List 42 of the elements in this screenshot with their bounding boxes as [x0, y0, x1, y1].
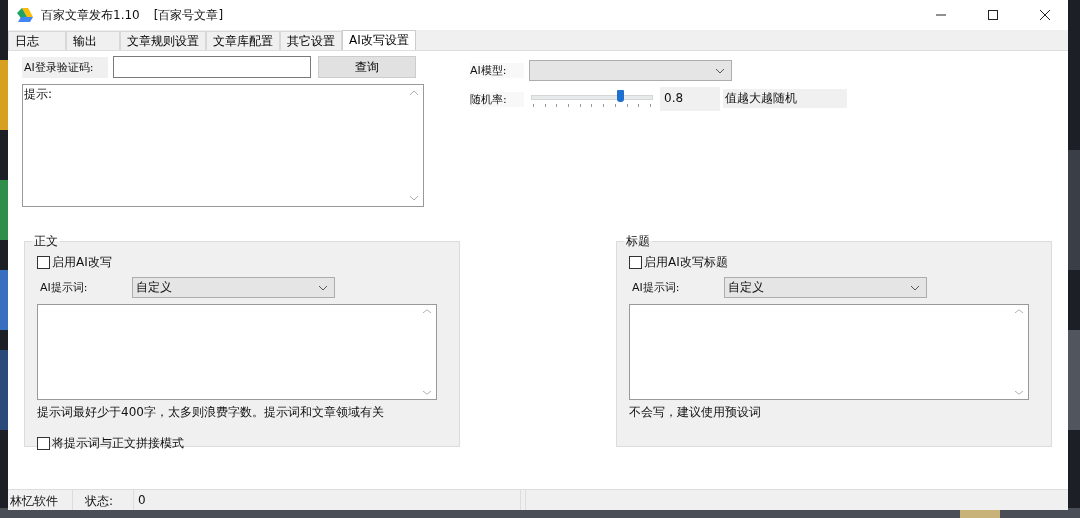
status-value: 0: [134, 490, 521, 510]
randomness-value: 0.8: [660, 87, 720, 111]
model-label: AI模型:: [470, 63, 524, 78]
prompt-text-area[interactable]: [37, 304, 437, 400]
chevron-down-icon: [318, 285, 328, 291]
checkbox-label: 将提示词与正文拼接模式: [52, 435, 184, 452]
checkbox[interactable]: [629, 256, 642, 269]
tab[interactable]: 输出: [66, 31, 120, 50]
hint-text-area[interactable]: 提示:: [22, 84, 424, 207]
prompt-label: AI提示词:: [631, 280, 681, 295]
window-subtitle: [百家号文章]: [153, 6, 224, 24]
maximize-icon[interactable]: [987, 9, 999, 21]
window-title: 百家文章发布1.10: [41, 6, 140, 24]
checkbox[interactable]: [37, 256, 50, 269]
checkbox[interactable]: [37, 437, 50, 450]
tab[interactable]: 日志: [8, 31, 66, 50]
code-label: AI登录验证码:: [22, 56, 108, 78]
checkbox-label: 启用AI改写: [52, 254, 112, 271]
slider-thumb[interactable]: [616, 90, 624, 102]
tab[interactable]: AI改写设置: [342, 30, 416, 50]
code-input-field[interactable]: [113, 56, 311, 78]
prompt-dropdown[interactable]: 自定义: [724, 277, 927, 298]
group-title: 标题: [625, 233, 651, 250]
chevron-down-icon: [910, 285, 920, 291]
note-text: 不会写，建议使用预设词: [629, 404, 762, 421]
chevron-down-icon: [715, 68, 725, 74]
randomness-note: 值越大越随机: [723, 89, 847, 108]
randomness-label: 随机率:: [470, 91, 524, 107]
group-title: 正文: [33, 233, 59, 250]
prompt-label: AI提示词:: [39, 280, 89, 295]
status-label: 状态:: [73, 490, 134, 510]
tab[interactable]: 文章规则设置: [120, 31, 206, 50]
prompt-text-area[interactable]: [629, 304, 1029, 400]
checkbox-label: 启用AI改写标题: [644, 254, 728, 271]
tab[interactable]: 文章库配置: [206, 31, 280, 50]
query-button[interactable]: 查询: [318, 56, 416, 78]
app-logo-icon: [17, 8, 33, 22]
vendor-name: 林忆软件: [8, 490, 73, 510]
tab[interactable]: 其它设置: [280, 31, 342, 50]
prompt-dropdown[interactable]: 自定义: [132, 277, 335, 298]
close-icon[interactable]: [1039, 9, 1051, 21]
note-text: 提示词最好少于400字，太多则浪费字数。提示词和文章领域有关: [37, 404, 385, 421]
